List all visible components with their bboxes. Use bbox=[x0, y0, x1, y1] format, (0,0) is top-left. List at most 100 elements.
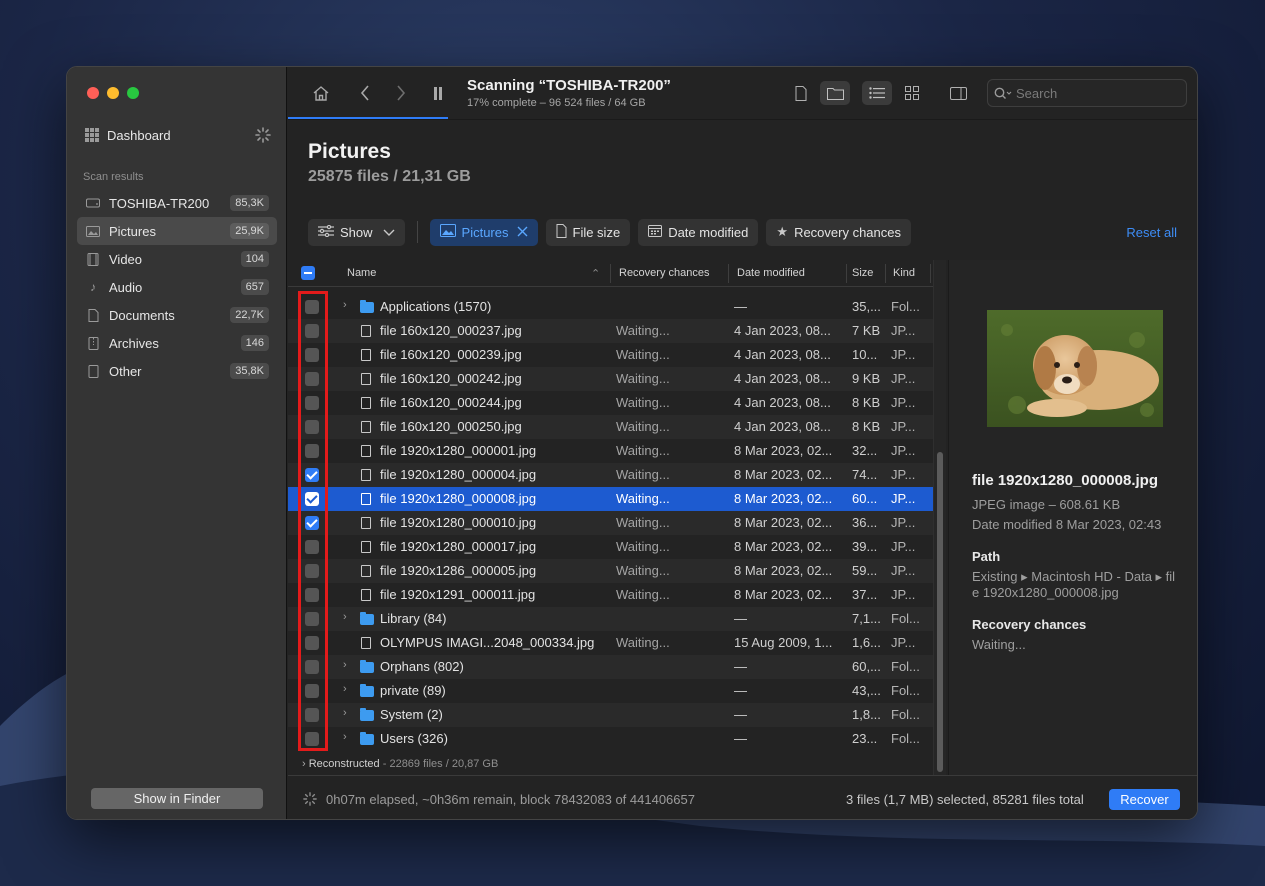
minimize-window-button[interactable] bbox=[107, 87, 119, 99]
recovery-column-header[interactable]: Recovery chances bbox=[619, 267, 710, 279]
recovery-chances: Waiting... bbox=[616, 491, 670, 506]
chevron-right-icon[interactable]: › bbox=[343, 683, 347, 695]
forward-button[interactable] bbox=[388, 81, 414, 105]
list-view-button[interactable] bbox=[862, 81, 892, 105]
date-column-header[interactable]: Date modified bbox=[737, 267, 805, 279]
file-size-filter-label: File size bbox=[572, 224, 621, 240]
recovery-chances: Waiting... bbox=[616, 419, 670, 434]
file-name: Users (326) bbox=[380, 731, 448, 746]
sidebar-item-toshiba[interactable]: TOSHIBA-TR200 85,3K bbox=[77, 189, 277, 217]
close-window-button[interactable] bbox=[87, 87, 99, 99]
sidebar-item-documents[interactable]: Documents 22,7K bbox=[77, 301, 277, 329]
table-row[interactable]: file 160x120_000250.jpg Waiting... 4 Jan 2… bbox=[288, 415, 933, 439]
table-row[interactable]: file 160x120_000237.jpg Waiting... 4 Jan 2… bbox=[288, 319, 933, 343]
sidebar-item-audio[interactable]: ♪ Audio 657 bbox=[77, 273, 277, 301]
file-name: file 160x120_000244.jpg bbox=[380, 395, 522, 410]
recover-button[interactable]: Recover bbox=[1109, 789, 1180, 810]
table-row[interactable]: file 1920x1280_000004.jpg Waiting... 8 Mar… bbox=[288, 463, 933, 487]
date-modified-filter[interactable]: Date modified bbox=[638, 218, 759, 246]
reset-all-link[interactable]: Reset all bbox=[1126, 225, 1177, 240]
sidebar-item-label: Pictures bbox=[109, 223, 156, 239]
search-field[interactable] bbox=[987, 79, 1187, 107]
file-name: Library (84) bbox=[380, 611, 447, 626]
document-icon bbox=[361, 589, 371, 601]
chevron-right-icon[interactable]: › bbox=[343, 731, 347, 743]
column-divider bbox=[930, 264, 931, 283]
table-row[interactable]: › private (89) — 43,... Fol... bbox=[288, 679, 933, 703]
sidebar-item-video[interactable]: Video 104 bbox=[77, 245, 277, 273]
table-row[interactable]: › Library (84) — 7,1... Fol... bbox=[288, 607, 933, 631]
file-size: 39... bbox=[852, 539, 878, 554]
chevron-right-icon[interactable]: › bbox=[343, 299, 347, 311]
column-divider bbox=[846, 264, 847, 283]
window-controls bbox=[87, 87, 139, 99]
name-column-header[interactable]: Name bbox=[347, 267, 376, 279]
preview-file-name: file 1920x1280_000008.jpg bbox=[972, 472, 1158, 489]
file-rows: › Applications (1570) — 35,... Fol... file 16… bbox=[288, 295, 933, 751]
file-view-button[interactable] bbox=[786, 81, 816, 105]
table-row[interactable]: OLYMPUS IMAGI...2048_000334.jpg Waiting..… bbox=[288, 631, 933, 655]
recovery-chances: Waiting... bbox=[616, 323, 670, 338]
sidebar-item-other[interactable]: Other 35,8K bbox=[77, 357, 277, 385]
table-row[interactable]: file 1920x1280_000017.jpg Waiting... 8 Mar… bbox=[288, 535, 933, 559]
sidebar-item-archives[interactable]: Archives 146 bbox=[77, 329, 277, 357]
sidebar-item-pictures[interactable]: Pictures 25,9K bbox=[77, 217, 277, 245]
show-filter-dropdown[interactable]: Show bbox=[308, 218, 405, 246]
size-column-header[interactable]: Size bbox=[852, 267, 873, 279]
remove-filter-icon[interactable] bbox=[517, 224, 528, 240]
chevron-right-icon[interactable]: › bbox=[343, 659, 347, 671]
scrollbar-thumb[interactable] bbox=[937, 452, 943, 772]
file-name: file 1920x1280_000004.jpg bbox=[380, 467, 537, 482]
table-row[interactable]: › Users (326) — 23... Fol... bbox=[288, 727, 933, 751]
dashboard-item[interactable]: Dashboard bbox=[85, 124, 275, 146]
table-row[interactable]: › Applications (1570) — 35,... Fol... bbox=[288, 295, 933, 319]
table-row[interactable]: › Orphans (802) — 60,... Fol... bbox=[288, 655, 933, 679]
star-icon: ★ bbox=[776, 224, 789, 239]
folder-view-button[interactable] bbox=[820, 81, 850, 105]
recovery-chances-filter[interactable]: ★ Recovery chances bbox=[766, 218, 912, 246]
pause-button[interactable] bbox=[425, 81, 451, 105]
table-row[interactable]: file 1920x1286_000005.jpg Waiting... 8 Mar… bbox=[288, 559, 933, 583]
document-icon bbox=[361, 565, 371, 577]
preview-file-kind: JPEG image – 608.61 KB bbox=[972, 497, 1121, 512]
vertical-scrollbar[interactable] bbox=[933, 260, 946, 775]
file-name: System (2) bbox=[380, 707, 443, 722]
back-button[interactable] bbox=[352, 81, 378, 105]
zoom-window-button[interactable] bbox=[127, 87, 139, 99]
chevron-right-icon[interactable]: › bbox=[343, 611, 347, 623]
sidebar-item-label: Video bbox=[109, 251, 143, 267]
table-row[interactable]: file 1920x1280_000001.jpg Waiting... 8 Mar… bbox=[288, 439, 933, 463]
table-row[interactable]: file 1920x1280_000008.jpg Waiting... 8 Mar… bbox=[288, 487, 933, 511]
show-in-finder-button[interactable]: Show in Finder bbox=[91, 788, 263, 809]
table-row[interactable]: file 160x120_000239.jpg Waiting... 4 Jan 2… bbox=[288, 343, 933, 367]
search-input[interactable] bbox=[1016, 85, 1176, 101]
kind-column-header[interactable]: Kind bbox=[893, 267, 915, 279]
pictures-filter-chip[interactable]: Pictures bbox=[429, 218, 538, 246]
select-all-checkbox[interactable] bbox=[301, 266, 315, 280]
table-row[interactable]: file 1920x1280_000010.jpg Waiting... 8 Mar… bbox=[288, 511, 933, 535]
table-row[interactable]: file 1920x1291_000011.jpg Waiting... 8 Mar… bbox=[288, 583, 933, 607]
grid-view-button[interactable] bbox=[897, 81, 927, 105]
count-badge: 104 bbox=[240, 251, 269, 267]
file-size-filter[interactable]: File size bbox=[545, 218, 631, 246]
document-icon bbox=[556, 223, 567, 241]
file-size: 60,... bbox=[852, 659, 881, 674]
recovery-chances: Waiting... bbox=[616, 347, 670, 362]
recovery-chances: Waiting... bbox=[616, 539, 670, 554]
picture-icon bbox=[439, 224, 456, 240]
reconstructed-group[interactable]: › Reconstructed - 22869 files / 20,87 GB bbox=[302, 758, 498, 770]
home-button[interactable] bbox=[308, 81, 334, 105]
document-icon bbox=[361, 637, 371, 649]
preview-path-line2: e 1920x1280_000008.jpg bbox=[972, 585, 1119, 600]
document-icon bbox=[361, 421, 371, 433]
file-size: 59... bbox=[852, 563, 878, 578]
folder-icon bbox=[360, 708, 374, 721]
sliders-icon bbox=[318, 224, 334, 240]
count-badge: 22,7K bbox=[230, 307, 269, 323]
chevron-right-icon[interactable]: › bbox=[343, 707, 347, 719]
preview-toggle-button[interactable] bbox=[943, 81, 973, 105]
file-name: file 160x120_000250.jpg bbox=[380, 419, 522, 434]
table-row[interactable]: › System (2) — 1,8... Fol... bbox=[288, 703, 933, 727]
table-row[interactable]: file 160x120_000242.jpg Waiting... 4 Jan 2… bbox=[288, 367, 933, 391]
table-row[interactable]: file 160x120_000244.jpg Waiting... 4 Jan 2… bbox=[288, 391, 933, 415]
